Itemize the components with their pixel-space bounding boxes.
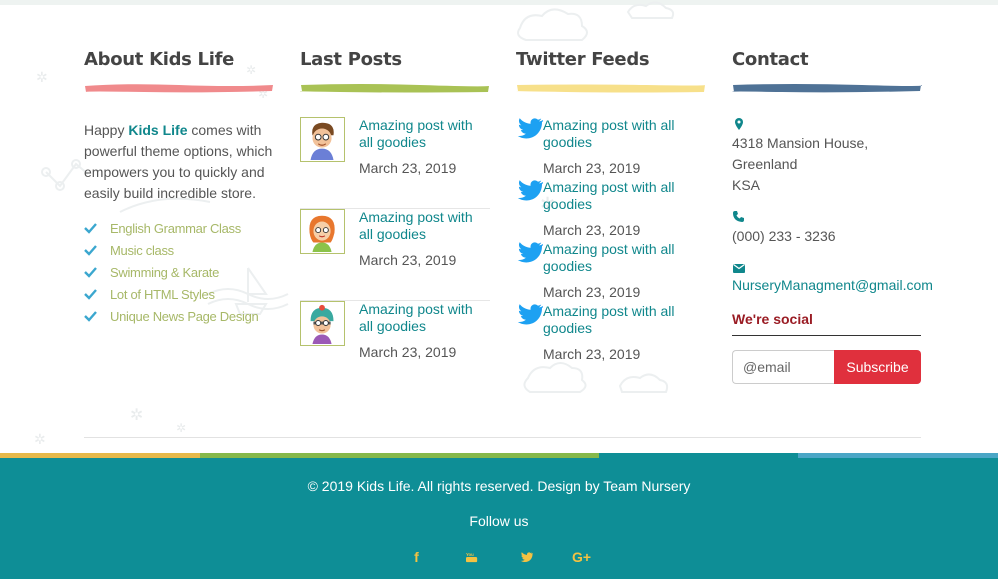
post-title-link[interactable]: Amazing post with all goodies — [359, 209, 490, 243]
twitter-bird-icon — [517, 242, 543, 263]
envelope-icon — [733, 264, 745, 273]
post-title-link[interactable]: Amazing post with all goodies — [359, 301, 490, 335]
list-item: English Grammar Class — [84, 217, 274, 239]
check-icon — [84, 223, 97, 234]
post-item: Amazing post with all goodies March 23, … — [300, 301, 490, 393]
about-brand-name: Kids Life — [128, 122, 188, 138]
phone-number: (000) 233 - 3236 — [732, 228, 836, 244]
contact-column: Contact 4318 Mansion House, Greenland KS… — [732, 48, 933, 384]
phone-icon — [733, 211, 744, 222]
post-thumbnail[interactable] — [300, 209, 345, 254]
post-thumbnail[interactable] — [300, 117, 345, 162]
tweet-item: Amazing post with all goodies March 23, … — [516, 241, 706, 303]
tweet-list: Amazing post with all goodies March 23, … — [516, 117, 706, 365]
copyright-text: © 2019 Kids Life. All rights reserved. D… — [307, 478, 691, 494]
post-date: March 23, 2019 — [359, 344, 457, 360]
email-input[interactable] — [732, 350, 834, 384]
girl-avatar-icon — [309, 215, 335, 253]
about-column: About Kids Life Happy Kids Life comes wi… — [84, 48, 274, 327]
post-item: Amazing post with all goodies March 23, … — [300, 209, 490, 301]
list-item-label: Music class — [110, 242, 174, 258]
tweet-date: March 23, 2019 — [543, 284, 641, 300]
check-icon — [84, 311, 97, 322]
boy-avatar-icon — [310, 122, 334, 161]
check-icon — [84, 245, 97, 256]
check-icon — [84, 267, 97, 278]
subscribe-button[interactable]: Subscribe — [834, 350, 921, 384]
post-thumbnail[interactable] — [300, 301, 345, 346]
last-posts-title: Last Posts — [300, 49, 402, 70]
contact-details: 4318 Mansion House, Greenland KSA (000) … — [732, 117, 933, 384]
address-line: 4318 Mansion House, — [732, 135, 869, 151]
twitter-brush-underline — [516, 84, 706, 93]
youtube-icon[interactable]: You — [459, 548, 485, 566]
address-line: Greenland — [732, 156, 798, 172]
list-item: Unique News Page Design — [84, 305, 274, 327]
map-marker-icon — [735, 118, 743, 130]
list-item-label: Lot of HTML Styles — [110, 286, 215, 302]
subscribe-form: Subscribe — [732, 350, 921, 384]
list-item-label: Unique News Page Design — [110, 308, 259, 324]
address-line: KSA — [732, 177, 761, 193]
check-icon — [84, 289, 97, 300]
twitter-bird-icon — [517, 180, 543, 201]
post-item: Amazing post with all goodies March 23, … — [300, 117, 490, 209]
tweet-text-link[interactable]: Amazing post with all goodies — [543, 117, 693, 151]
list-item: Music class — [84, 239, 274, 261]
contact-email-link[interactable]: NurseryManagment@gmail.com — [732, 277, 933, 293]
post-date: March 23, 2019 — [359, 252, 457, 268]
facebook-icon[interactable]: f — [404, 548, 430, 566]
twitter-glyph — [520, 551, 533, 562]
svg-text:✲: ✲ — [130, 405, 143, 424]
kid-hat-avatar-icon — [310, 304, 334, 345]
tweet-date: March 23, 2019 — [543, 346, 641, 362]
about-text-prefix: Happy — [84, 122, 129, 138]
tweet-text-link[interactable]: Amazing post with all goodies — [543, 303, 693, 337]
tweet-item: Amazing post with all goodies March 23, … — [516, 303, 706, 365]
list-item: Swimming & Karate — [84, 261, 274, 283]
posts-brush-underline — [300, 84, 489, 93]
list-item-label: English Grammar Class — [110, 220, 241, 236]
social-icons: f You G+ — [0, 548, 998, 566]
about-description: Happy Kids Life comes with powerful them… — [84, 120, 274, 204]
post-list: Amazing post with all goodies March 23, … — [300, 117, 490, 393]
about-feature-list: English Grammar Class Music class Swimmi… — [84, 217, 274, 327]
contact-brush-underline — [732, 84, 922, 93]
svg-text:✲: ✲ — [34, 432, 46, 448]
twitter-bird-icon — [517, 304, 543, 325]
list-item: Lot of HTML Styles — [84, 283, 274, 305]
youtube-glyph: You — [465, 552, 477, 563]
svg-text:You: You — [466, 552, 474, 557]
twitter-feeds-column: Twitter Feeds Amazing post with all good… — [516, 48, 706, 365]
tweet-item: Amazing post with all goodies March 23, … — [516, 179, 706, 241]
top-strip — [0, 0, 998, 5]
divider — [84, 437, 921, 438]
tweet-text-link[interactable]: Amazing post with all goodies — [543, 179, 693, 213]
svg-text:✲: ✲ — [36, 70, 48, 86]
list-item-label: Swimming & Karate — [110, 264, 220, 280]
svg-text:✲: ✲ — [176, 421, 186, 435]
google-plus-icon[interactable]: G+ — [569, 548, 595, 566]
tweet-date: March 23, 2019 — [543, 160, 641, 176]
tweet-item: Amazing post with all goodies March 23, … — [516, 117, 706, 179]
twitter-feeds-title: Twitter Feeds — [516, 49, 650, 70]
follow-us-label: Follow us — [469, 513, 529, 529]
about-title: About Kids Life — [84, 49, 235, 70]
post-date: March 23, 2019 — [359, 160, 457, 176]
post-title-link[interactable]: Amazing post with all goodies — [359, 117, 490, 151]
social-title: We're social — [732, 311, 921, 336]
twitter-icon[interactable] — [514, 548, 540, 566]
contact-title: Contact — [732, 49, 809, 70]
footer-color-stripes — [0, 453, 998, 458]
tweet-text-link[interactable]: Amazing post with all goodies — [543, 241, 693, 275]
twitter-bird-icon — [517, 118, 543, 139]
footer-bar: © 2019 Kids Life. All rights reserved. D… — [0, 453, 998, 579]
tweet-date: March 23, 2019 — [543, 222, 641, 238]
last-posts-column: Last Posts Amazing post with all goodies… — [300, 48, 490, 393]
about-brush-underline — [85, 84, 273, 93]
